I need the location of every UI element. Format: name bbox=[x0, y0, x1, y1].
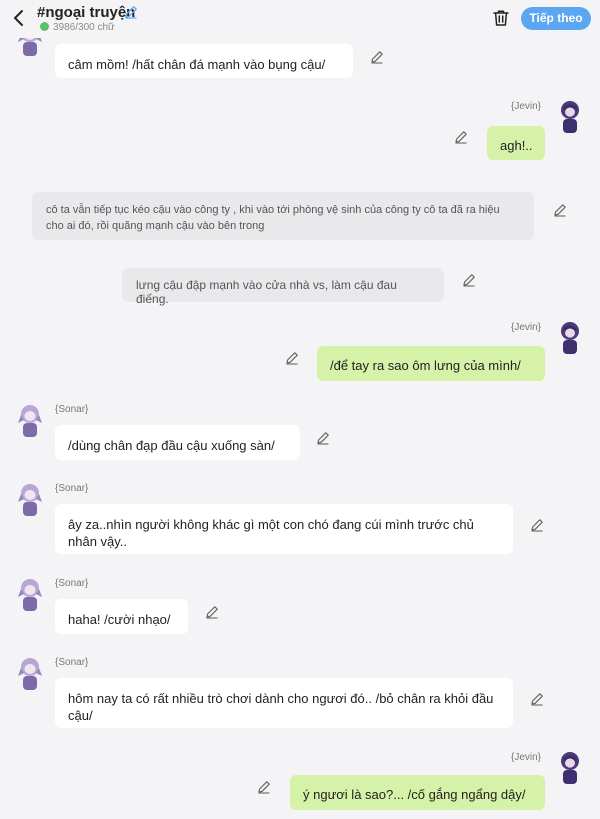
back-arrow-icon[interactable] bbox=[10, 9, 28, 27]
avatar-sonar bbox=[15, 403, 45, 439]
message-bubble[interactable]: câm mồm! /hất chân đá mạnh vào bụng cậu/ bbox=[55, 44, 353, 78]
speaker-name: {Sonar} bbox=[55, 404, 89, 415]
edit-title-icon[interactable] bbox=[124, 5, 138, 19]
message-bubble[interactable]: /để tay ra sao ôm lưng của mình/ bbox=[317, 346, 545, 381]
trash-icon[interactable] bbox=[492, 9, 510, 27]
speaker-name: {Sonar} bbox=[55, 578, 89, 589]
check-icon bbox=[40, 22, 49, 31]
top-bar: #ngoại truyện 3986/300 chữ Tiếp theo bbox=[0, 0, 600, 38]
edit-message-icon[interactable] bbox=[530, 692, 544, 706]
message-bubble[interactable]: hôm nay ta có rất nhiều trò chơi dành ch… bbox=[55, 678, 513, 728]
edit-message-icon[interactable] bbox=[553, 203, 567, 217]
message-bubble[interactable]: /dùng chân đạp đầu cậu xuống sàn/ bbox=[55, 425, 300, 460]
message-bubble[interactable]: haha! /cười nhạo/ bbox=[55, 599, 188, 634]
narration-bubble[interactable]: cô ta vẫn tiếp tục kéo cậu vào công ty ,… bbox=[32, 192, 534, 240]
next-button[interactable]: Tiếp theo bbox=[521, 7, 591, 30]
message-bubble[interactable]: ây za..nhìn người không khác gì một con … bbox=[55, 504, 513, 554]
narration-bubble[interactable]: lưng cậu đập mạnh vào cửa nhà vs, làm cậ… bbox=[122, 268, 444, 306]
avatar-sonar bbox=[15, 656, 45, 692]
message-bubble[interactable]: ý ngươi là sao?... /cố gắng ngẩng dậy/ bbox=[290, 775, 545, 810]
speaker-name: {Jevin} bbox=[511, 101, 542, 112]
edit-message-icon[interactable] bbox=[530, 518, 544, 532]
edit-message-icon[interactable] bbox=[462, 273, 476, 287]
page-title: #ngoại truyện bbox=[37, 4, 136, 21]
speaker-name: {Sonar} bbox=[55, 483, 89, 494]
speaker-name: {Sonar} bbox=[55, 657, 89, 668]
edit-message-icon[interactable] bbox=[370, 50, 384, 64]
edit-message-icon[interactable] bbox=[454, 130, 468, 144]
avatar-jevin bbox=[555, 750, 585, 786]
edit-message-icon[interactable] bbox=[285, 351, 299, 365]
word-count: 3986/300 chữ bbox=[40, 22, 115, 33]
speaker-name: {Jevin} bbox=[511, 322, 542, 333]
avatar-jevin bbox=[555, 99, 585, 135]
edit-message-icon[interactable] bbox=[205, 605, 219, 619]
word-count-label: 3986/300 chữ bbox=[53, 22, 115, 33]
edit-message-icon[interactable] bbox=[257, 780, 271, 794]
message-bubble[interactable]: agh!.. bbox=[487, 126, 545, 160]
avatar-sonar bbox=[15, 482, 45, 518]
speaker-name: {Jevin} bbox=[511, 752, 542, 763]
avatar-jevin bbox=[555, 320, 585, 356]
avatar-sonar bbox=[15, 577, 45, 613]
edit-message-icon[interactable] bbox=[316, 431, 330, 445]
